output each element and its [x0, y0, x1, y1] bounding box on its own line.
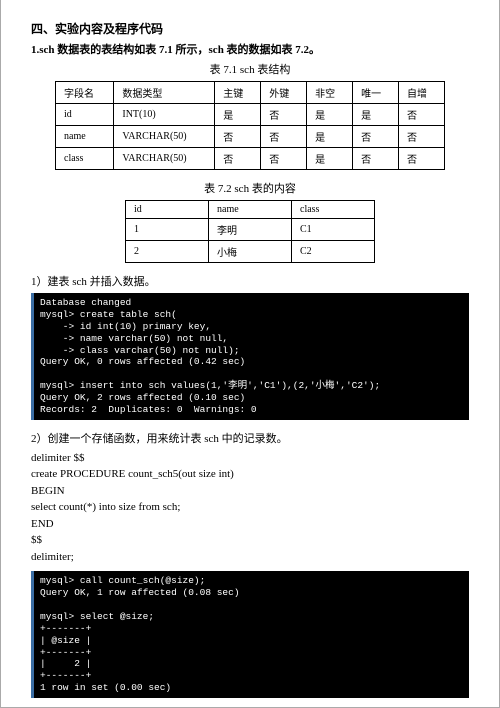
table-row: name VARCHAR(50) 否 否 是 否 否 — [56, 126, 445, 148]
th: 非空 — [307, 82, 353, 104]
terminal-result-table: +-------+ | @size | +-------+ | 2 | +---… — [40, 623, 171, 693]
table-71: 字段名 数据类型 主键 外键 非空 唯一 自增 id INT(10) 是 否 是… — [55, 81, 445, 170]
table-71-caption: 表 7.1 sch 表结构 — [31, 61, 469, 77]
table-row: id INT(10) 是 否 是 是 否 — [56, 104, 445, 126]
code-block-1: delimiter $$ create PROCEDURE count_sch5… — [31, 450, 469, 566]
table-72: id name class 1 李明 C1 2 小梅 C2 — [125, 200, 375, 263]
terminal-lines: mysql> call count_sch(@size); Query OK, … — [40, 575, 240, 622]
terminal-output-1: Database changed mysql> create table sch… — [31, 293, 469, 420]
th: 自增 — [399, 82, 445, 104]
table-row: class VARCHAR(50) 否 否 是 否 否 — [56, 148, 445, 170]
document-page: 四、实验内容及程序代码 1.sch 数据表的表结构如表 7.1 所示，sch 表… — [0, 0, 500, 708]
section-heading: 四、实验内容及程序代码 — [31, 20, 469, 37]
terminal-output-2: mysql> call count_sch(@size); Query OK, … — [31, 571, 469, 698]
th: 外键 — [261, 82, 307, 104]
step-2-label: 2）创建一个存储函数，用来统计表 sch 中的记录数。 — [31, 430, 469, 446]
table-row: 2 小梅 C2 — [126, 241, 375, 263]
th: 主键 — [215, 82, 261, 104]
subsection-heading-1: 1.sch 数据表的表结构如表 7.1 所示，sch 表的数据如表 7.2。 — [31, 41, 469, 57]
th: 数据类型 — [114, 82, 215, 104]
th: 字段名 — [56, 82, 114, 104]
table-72-caption: 表 7.2 sch 表的内容 — [31, 180, 469, 196]
step-1-label: 1）建表 sch 并插入数据。 — [31, 273, 469, 289]
table-row: 字段名 数据类型 主键 外键 非空 唯一 自增 — [56, 82, 445, 104]
table-row: 1 李明 C1 — [126, 219, 375, 241]
th: 唯一 — [353, 82, 399, 104]
table-row: id name class — [126, 201, 375, 219]
